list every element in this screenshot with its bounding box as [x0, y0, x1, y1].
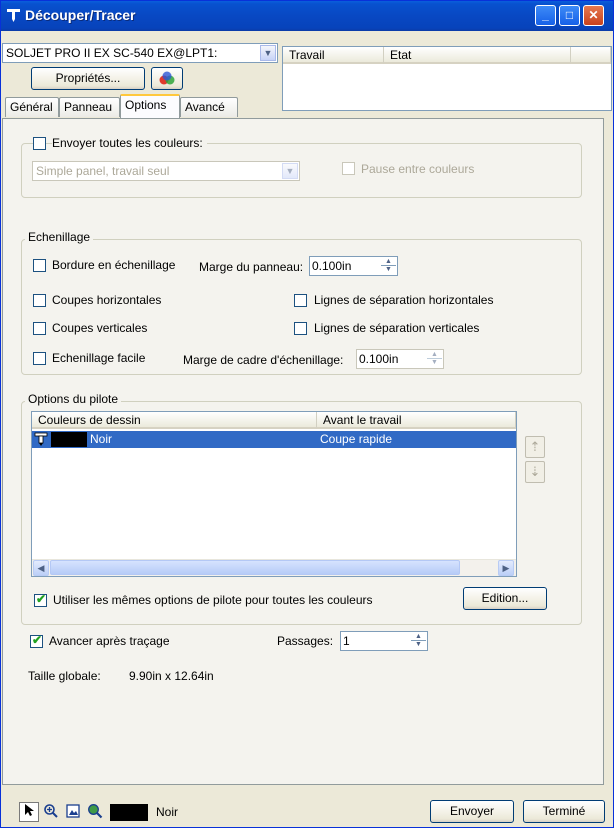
- easy-weeding-label: Echenillage facile: [52, 351, 146, 365]
- panel-margin-label: Marge du panneau:: [199, 260, 304, 274]
- move-down-button[interactable]: ⇣: [525, 461, 545, 483]
- spinner-arrows[interactable]: ▲ ▼: [381, 258, 396, 274]
- current-color-swatch: [110, 804, 148, 821]
- options-tab-panel: Envoyer toutes les couleurs: Simple pane…: [2, 118, 604, 785]
- done-button[interactable]: Terminé: [523, 800, 605, 823]
- horizontal-cuts-label: Coupes horizontales: [52, 293, 162, 307]
- color-settings-button[interactable]: [151, 67, 183, 90]
- tab-panel[interactable]: Panneau: [59, 97, 120, 117]
- scroll-right-icon[interactable]: ▶: [498, 560, 514, 576]
- panel-margin-value: 0.100in: [312, 259, 352, 273]
- pause-between-colors-label: Pause entre couleurs: [361, 162, 475, 176]
- scroll-left-icon[interactable]: ◀: [33, 560, 49, 576]
- frame-margin-value: 0.100in: [359, 352, 399, 366]
- pen-color-name: Noir: [90, 432, 113, 446]
- horizontal-cuts-checkbox[interactable]: [33, 294, 46, 307]
- horizontal-lines-checkbox[interactable]: [294, 294, 307, 307]
- advance-after-plot-label: Avancer après traçage: [49, 634, 170, 648]
- overall-size-value: 9.90in x 12.64in: [129, 669, 214, 683]
- same-driver-options-checkbox[interactable]: ✔: [34, 592, 47, 607]
- chevron-down-icon: ▼: [282, 163, 298, 179]
- window-title: Découper/Tracer: [25, 7, 136, 23]
- before-job-value: Coupe rapide: [320, 432, 393, 446]
- device-value: SOLJET PRO II EX SC-540 EX@LPT1:: [6, 46, 218, 60]
- weeding-border-label: Bordure en échenillage: [52, 258, 176, 272]
- checkmark-icon: ✔: [32, 633, 43, 647]
- frame-margin-spinner[interactable]: 0.100in ▲ ▼: [356, 349, 444, 369]
- passes-spinner[interactable]: 1 ▲ ▼: [340, 631, 428, 651]
- vertical-lines-label: Lignes de séparation verticales: [314, 321, 480, 335]
- tab-general[interactable]: Général: [5, 97, 59, 117]
- dialog-body: SOLJET PRO II EX SC-540 EX@LPT1: ▼ Propr…: [2, 31, 612, 825]
- zoom-preview-icon[interactable]: [85, 802, 105, 822]
- same-driver-options-label: Utiliser les mêmes options de pilote pou…: [53, 593, 373, 607]
- plotter-icon: [7, 9, 20, 22]
- edit-button[interactable]: Edition...: [463, 587, 547, 610]
- title-bar[interactable]: Découper/Tracer _ □ ✕: [1, 1, 613, 31]
- device-select[interactable]: SOLJET PRO II EX SC-540 EX@LPT1: ▼: [2, 43, 278, 63]
- bottom-toolbar: Noir Envoyer Terminé: [5, 799, 611, 825]
- color-swatch: [51, 432, 87, 447]
- tab-advanced[interactable]: Avancé: [180, 97, 238, 117]
- driver-options-title: Options du pilote: [25, 392, 122, 406]
- move-up-button[interactable]: ⇡: [525, 436, 545, 458]
- vertical-lines-checkbox[interactable]: [294, 322, 307, 335]
- spin-down-icon[interactable]: ▼: [411, 641, 426, 649]
- maximize-button[interactable]: □: [559, 5, 580, 26]
- spin-up-icon[interactable]: ▲: [427, 351, 442, 359]
- spin-up-icon[interactable]: ▲: [411, 633, 426, 641]
- plotter-pen-icon: [34, 432, 48, 446]
- horizontal-scrollbar[interactable]: ◀ ▶: [32, 559, 516, 576]
- spinner-arrows[interactable]: ▲ ▼: [427, 351, 442, 367]
- spinner-arrows[interactable]: ▲ ▼: [411, 633, 426, 649]
- weeding-group-title: Echenillage: [25, 230, 94, 244]
- color-mode-select: Simple panel, travail seul ▼: [32, 161, 300, 181]
- job-column-header[interactable]: Travail: [283, 47, 384, 64]
- vertical-cuts-checkbox[interactable]: [33, 322, 46, 335]
- fit-page-icon[interactable]: [63, 802, 83, 822]
- advance-after-plot-checkbox[interactable]: ✔: [30, 633, 43, 648]
- status-column-header[interactable]: Etat: [384, 47, 571, 64]
- scroll-thumb[interactable]: [50, 560, 460, 575]
- current-color-name: Noir: [156, 805, 179, 819]
- job-list[interactable]: Travail Etat: [282, 46, 612, 111]
- chevron-down-icon[interactable]: ▼: [260, 45, 276, 61]
- easy-weeding-checkbox[interactable]: [33, 352, 46, 365]
- frame-margin-label: Marge de cadre d'échenillage:: [183, 353, 344, 367]
- send-all-colors-label: Envoyer toutes les couleurs:: [52, 136, 207, 150]
- close-button[interactable]: ✕: [583, 5, 604, 26]
- checkmark-icon: ✔: [36, 592, 47, 606]
- drawing-colors-column-header[interactable]: Couleurs de dessin: [32, 412, 317, 429]
- pause-between-colors-checkbox[interactable]: [342, 162, 355, 175]
- weeding-border-checkbox[interactable]: [33, 259, 46, 272]
- pen-color-list[interactable]: Couleurs de dessin Avant le travail Noir…: [31, 411, 517, 577]
- passes-label: Passages:: [277, 634, 334, 648]
- minimize-button[interactable]: _: [535, 5, 556, 26]
- horizontal-lines-label: Lignes de séparation horizontales: [314, 293, 494, 307]
- send-button[interactable]: Envoyer: [430, 800, 514, 823]
- color-mode-value: Simple panel, travail seul: [36, 164, 170, 178]
- spin-down-icon[interactable]: ▼: [381, 266, 396, 274]
- tab-options[interactable]: Options: [120, 94, 180, 118]
- panel-margin-spinner[interactable]: 0.100in ▲ ▼: [309, 256, 398, 276]
- spin-down-icon[interactable]: ▼: [427, 359, 442, 367]
- send-all-colors-checkbox[interactable]: [33, 137, 46, 150]
- spin-up-icon[interactable]: ▲: [381, 258, 396, 266]
- empty-column-header: [571, 47, 611, 64]
- color-wheel-icon: [159, 71, 175, 85]
- properties-button[interactable]: Propriétés...: [31, 67, 145, 90]
- overall-size-label: Taille globale:: [28, 669, 101, 683]
- list-item[interactable]: Noir Coupe rapide: [32, 431, 516, 448]
- vertical-cuts-label: Coupes verticales: [52, 321, 148, 335]
- zoom-in-icon[interactable]: [41, 802, 61, 822]
- passes-value: 1: [343, 634, 350, 648]
- before-job-column-header[interactable]: Avant le travail: [317, 412, 516, 429]
- cut-plot-window: Découper/Tracer _ □ ✕ SOLJET PRO II EX S…: [0, 0, 614, 828]
- select-arrow-icon[interactable]: [19, 802, 39, 822]
